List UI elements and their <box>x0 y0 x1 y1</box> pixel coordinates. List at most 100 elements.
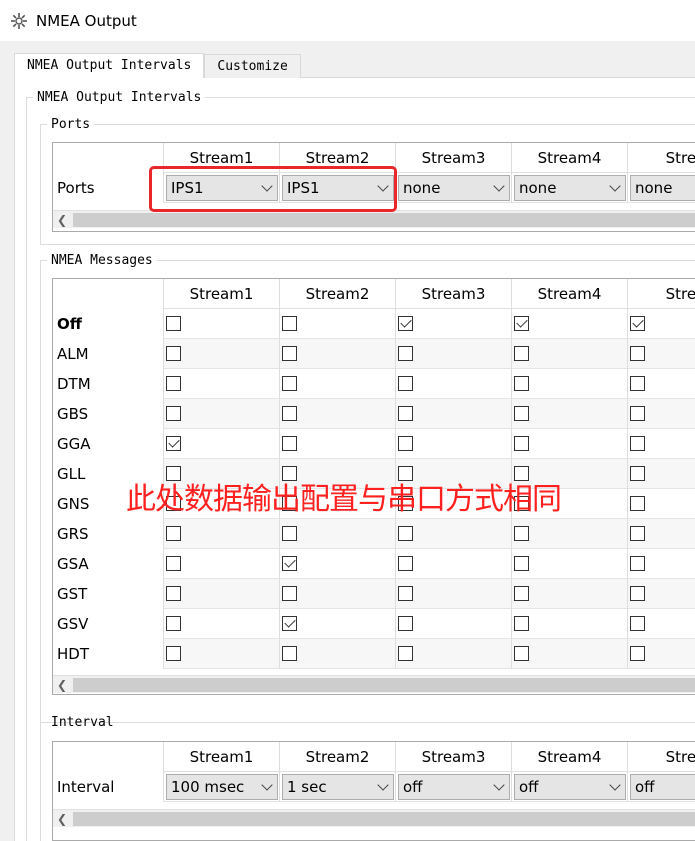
hdt-stream4-checkbox[interactable] <box>514 646 529 661</box>
gst-stream2-checkbox[interactable] <box>282 586 297 601</box>
dtm-stream1-checkbox[interactable] <box>166 376 181 391</box>
gsv-stream1-checkbox[interactable] <box>166 616 181 631</box>
ports-stream5-select[interactable]: none <box>630 174 695 201</box>
ports-scrollbar[interactable]: ❮ <box>53 210 695 228</box>
scroll-thumb[interactable] <box>73 213 695 227</box>
interval-scrollbar[interactable]: ❮ <box>53 809 695 827</box>
table-row: Off <box>53 309 695 339</box>
dtm-stream5-checkbox[interactable] <box>630 376 645 391</box>
grs-stream4-checkbox[interactable] <box>514 526 529 541</box>
interval-stream3-select[interactable]: off <box>398 773 510 800</box>
interval-stream4-select[interactable]: off <box>514 773 626 800</box>
check-cell <box>279 609 395 639</box>
ports-stream1-select[interactable]: IPS1 <box>166 174 278 201</box>
grs-stream1-checkbox[interactable] <box>166 526 181 541</box>
scroll-left-icon[interactable]: ❮ <box>57 812 67 826</box>
gst-stream1-checkbox[interactable] <box>166 586 181 601</box>
column-header: Stream3 <box>395 742 511 772</box>
hdt-stream3-checkbox[interactable] <box>398 646 413 661</box>
gbs-stream2-checkbox[interactable] <box>282 406 297 421</box>
grs-stream5-checkbox[interactable] <box>630 526 645 541</box>
gns-stream5-checkbox[interactable] <box>630 496 645 511</box>
combo-cell: IPS1 <box>163 173 279 203</box>
check-cell <box>511 399 627 429</box>
dtm-stream3-checkbox[interactable] <box>398 376 413 391</box>
interval-stream5-select[interactable]: off <box>630 773 695 800</box>
alm-stream4-checkbox[interactable] <box>514 346 529 361</box>
table-row: GGA <box>53 429 695 459</box>
alm-stream1-checkbox[interactable] <box>166 346 181 361</box>
hdt-stream1-checkbox[interactable] <box>166 646 181 661</box>
ports-stream3-select[interactable]: none <box>398 174 510 201</box>
column-header: Stream4 <box>511 742 627 772</box>
chevron-down-icon <box>609 179 621 192</box>
gbs-stream3-checkbox[interactable] <box>398 406 413 421</box>
off-stream4-checkbox[interactable] <box>514 316 529 331</box>
check-cell <box>163 579 279 609</box>
chevron-down-icon <box>261 778 273 791</box>
gbs-stream5-checkbox[interactable] <box>630 406 645 421</box>
gga-stream4-checkbox[interactable] <box>514 436 529 451</box>
dtm-stream2-checkbox[interactable] <box>282 376 297 391</box>
check-cell <box>279 639 395 669</box>
interval-stream1-select[interactable]: 100 msec <box>166 773 278 800</box>
tab-nmea-output-intervals[interactable]: NMEA Output Intervals <box>14 53 205 78</box>
tab-customize[interactable]: Customize <box>204 54 301 78</box>
gbs-stream1-checkbox[interactable] <box>166 406 181 421</box>
gga-stream3-checkbox[interactable] <box>398 436 413 451</box>
column-header: Stream3 <box>395 143 511 173</box>
off-stream2-checkbox[interactable] <box>282 316 297 331</box>
off-stream3-checkbox[interactable] <box>398 316 413 331</box>
off-stream1-checkbox[interactable] <box>166 316 181 331</box>
grs-stream2-checkbox[interactable] <box>282 526 297 541</box>
ports-stream4-select[interactable]: none <box>514 174 626 201</box>
ports-row-label: Ports <box>53 173 163 203</box>
message-label-gbs: GBS <box>53 399 163 429</box>
alm-stream2-checkbox[interactable] <box>282 346 297 361</box>
gsa-stream1-checkbox[interactable] <box>166 556 181 571</box>
gga-stream2-checkbox[interactable] <box>282 436 297 451</box>
gga-stream5-checkbox[interactable] <box>630 436 645 451</box>
corner-cell <box>53 742 163 772</box>
gst-stream4-checkbox[interactable] <box>514 586 529 601</box>
gll-stream5-checkbox[interactable] <box>630 466 645 481</box>
gsv-stream3-checkbox[interactable] <box>398 616 413 631</box>
grs-stream3-checkbox[interactable] <box>398 526 413 541</box>
hdt-stream5-checkbox[interactable] <box>630 646 645 661</box>
column-header: Stream1 <box>163 143 279 173</box>
scroll-left-icon[interactable]: ❮ <box>57 213 67 227</box>
check-cell <box>511 609 627 639</box>
alm-stream5-checkbox[interactable] <box>630 346 645 361</box>
chevron-down-icon <box>609 778 621 791</box>
message-label-grs: GRS <box>53 519 163 549</box>
column-header: Strea <box>627 279 695 309</box>
ports-stream2-select[interactable]: IPS1 <box>282 174 394 201</box>
scroll-left-icon[interactable]: ❮ <box>57 678 67 692</box>
check-cell <box>279 399 395 429</box>
dtm-stream4-checkbox[interactable] <box>514 376 529 391</box>
check-cell <box>627 459 695 489</box>
gsa-stream5-checkbox[interactable] <box>630 556 645 571</box>
gsv-stream5-checkbox[interactable] <box>630 616 645 631</box>
hdt-stream2-checkbox[interactable] <box>282 646 297 661</box>
gsa-stream2-checkbox[interactable] <box>282 556 297 571</box>
interval-stream2-select[interactable]: 1 sec <box>282 773 394 800</box>
gst-stream5-checkbox[interactable] <box>630 586 645 601</box>
check-cell <box>627 429 695 459</box>
gsa-stream4-checkbox[interactable] <box>514 556 529 571</box>
off-stream5-checkbox[interactable] <box>630 316 645 331</box>
gbs-stream4-checkbox[interactable] <box>514 406 529 421</box>
interval-row: Interval 100 msec 1 sec off off off <box>53 772 695 802</box>
alm-stream3-checkbox[interactable] <box>398 346 413 361</box>
window-content: NMEA Output Intervals Customize NMEA Out… <box>0 41 695 841</box>
combo-value: off <box>403 777 423 796</box>
gst-stream3-checkbox[interactable] <box>398 586 413 601</box>
gsv-stream2-checkbox[interactable] <box>282 616 297 631</box>
gsa-stream3-checkbox[interactable] <box>398 556 413 571</box>
scroll-thumb[interactable] <box>73 812 695 826</box>
column-header: Strea <box>627 742 695 772</box>
messages-scrollbar[interactable]: ❮ <box>53 675 695 693</box>
scroll-thumb[interactable] <box>73 678 695 692</box>
gsv-stream4-checkbox[interactable] <box>514 616 529 631</box>
gga-stream1-checkbox[interactable] <box>166 436 181 451</box>
